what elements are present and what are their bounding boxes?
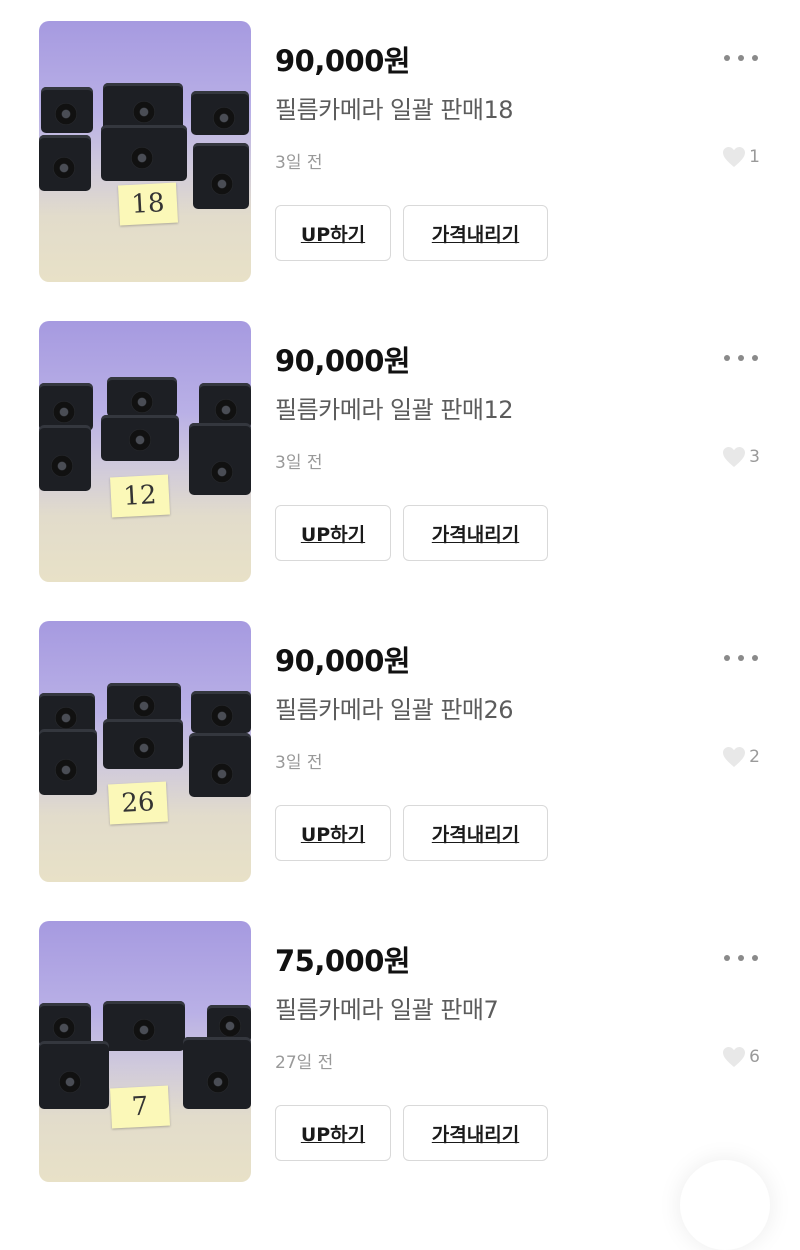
up-button[interactable]: UP하기	[275, 805, 391, 861]
more-dots-icon[interactable]	[718, 44, 764, 72]
price-down-button[interactable]: 가격내리기	[403, 1105, 548, 1161]
number-note: 18	[117, 182, 179, 226]
number-note: 7	[109, 1085, 171, 1129]
price: 90,000원	[275, 644, 411, 678]
listing-title[interactable]: 필름카메라 일괄 판매18	[275, 90, 514, 125]
product-thumbnail[interactable]: 12	[39, 321, 251, 582]
like-count-value: 6	[749, 1047, 760, 1067]
like-count-value: 3	[749, 447, 760, 467]
like-count-value: 1	[749, 147, 760, 167]
heart-icon	[723, 747, 746, 767]
like-count: 3	[722, 446, 760, 468]
price-down-button[interactable]: 가격내리기	[403, 505, 548, 561]
up-button[interactable]: UP하기	[275, 505, 391, 561]
posted-time: 3일 전	[275, 753, 323, 773]
listing-item[interactable]: 18 90,000원 필름카메라 일괄 판매18 3일 전 1 UP하기 가격내…	[0, 0, 800, 300]
like-count-value: 2	[749, 747, 760, 767]
product-thumbnail[interactable]: 26	[39, 621, 251, 882]
up-button[interactable]: UP하기	[275, 205, 391, 261]
posted-time: 3일 전	[275, 453, 323, 473]
like-count: 2	[722, 746, 760, 768]
posted-time: 27일 전	[275, 1053, 334, 1073]
heart-icon	[723, 1047, 746, 1067]
more-dots-icon[interactable]	[718, 944, 764, 972]
price: 75,000원	[275, 944, 411, 978]
price: 90,000원	[275, 44, 411, 78]
posted-time: 3일 전	[275, 153, 323, 173]
floating-button[interactable]	[680, 1160, 770, 1250]
listing-item[interactable]: 12 90,000원 필름카메라 일괄 판매12 3일 전 3 UP하기 가격내…	[0, 300, 800, 600]
number-note: 12	[109, 474, 171, 518]
like-count: 1	[722, 146, 760, 168]
more-dots-icon[interactable]	[718, 644, 764, 672]
heart-icon	[723, 147, 746, 167]
listing-item[interactable]: 7 75,000원 필름카메라 일괄 판매7 27일 전 6 UP하기 가격내리…	[0, 900, 800, 1200]
price-down-button[interactable]: 가격내리기	[403, 205, 548, 261]
listing-title[interactable]: 필름카메라 일괄 판매7	[275, 990, 499, 1025]
product-thumbnail[interactable]: 7	[39, 921, 251, 1182]
number-note: 26	[107, 781, 169, 825]
up-button[interactable]: UP하기	[275, 1105, 391, 1161]
more-dots-icon[interactable]	[718, 344, 764, 372]
listing-title[interactable]: 필름카메라 일괄 판매12	[275, 390, 514, 425]
listing-title[interactable]: 필름카메라 일괄 판매26	[275, 690, 514, 725]
heart-icon	[723, 447, 746, 467]
listing-item[interactable]: 26 90,000원 필름카메라 일괄 판매26 3일 전 2 UP하기 가격내…	[0, 600, 800, 900]
price: 90,000원	[275, 344, 411, 378]
product-thumbnail[interactable]: 18	[39, 21, 251, 282]
price-down-button[interactable]: 가격내리기	[403, 805, 548, 861]
like-count: 6	[722, 1046, 760, 1068]
